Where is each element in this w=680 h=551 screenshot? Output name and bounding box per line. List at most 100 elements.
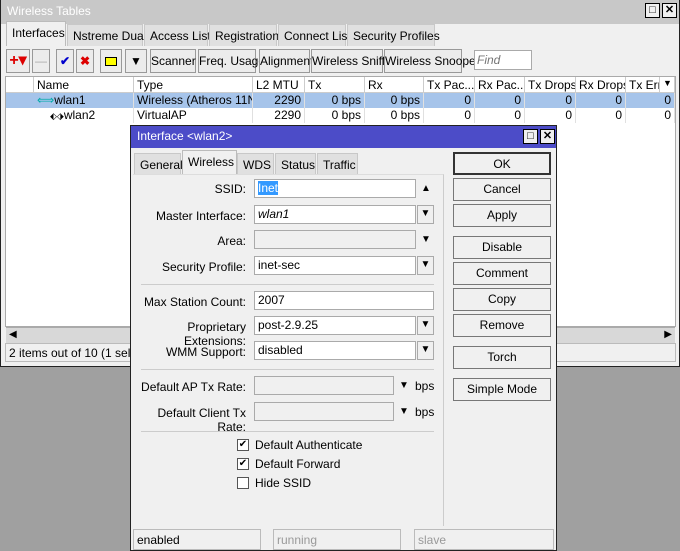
ssid-input[interactable]: Inet [254,179,416,198]
area-label: Area: [217,234,246,248]
alignment-button[interactable]: Alignment [259,49,313,73]
default-client-tx-rate-input[interactable] [254,402,394,421]
separator [141,369,434,370]
column-menu-icon[interactable]: ▼ [660,77,675,93]
ssid-label: SSID: [214,182,246,196]
simple-mode-button[interactable]: Simple Mode [453,378,551,401]
proprietary-extensions-label: Proprietary Extensions: [183,320,246,348]
apply-button[interactable]: Apply [453,204,551,227]
table-row[interactable]: ⬖⬗wlan2 VirtualAP 2290 0 bps 0 bps 0 0 0… [6,108,675,123]
tab-registration[interactable]: Registration [209,24,279,46]
row-tx: 0 bps [305,93,365,108]
tab-wireless[interactable]: Wireless [182,150,237,175]
col-name[interactable]: Name [34,77,134,93]
col-type[interactable]: Type [134,77,253,93]
ssid-value: Inet [258,181,279,195]
row-rxp: 0 [475,93,525,108]
security-profile-select[interactable]: inet-sec [254,256,416,275]
remove-icon[interactable]: — [32,49,50,73]
disable-x-icon[interactable]: ✖ [76,49,94,73]
default-ap-tx-rate-label: Default AP Tx Rate: [141,380,246,394]
row-rx: 0 bps [365,108,424,123]
tab-security-profiles[interactable]: Security Profiles [347,24,440,46]
master-interface-label: Master Interface: [155,209,246,223]
col-tx-drops[interactable]: Tx Drops [525,77,576,93]
enable-check-icon[interactable]: ✔ [56,49,74,73]
dropdown-icon[interactable]: ▼ [399,406,409,417]
interface-dialog: Interface <wlan2> □ ✕ General Wireless W… [130,125,557,551]
row-txe: 0 [626,93,675,108]
maximize-button[interactable]: □ [645,3,660,18]
dropdown-icon[interactable]: ▼ [399,380,409,391]
area-input[interactable] [254,230,416,249]
dialog-close-button[interactable]: ✕ [540,129,555,144]
scanner-button[interactable]: Scanner [150,49,196,73]
copy-button[interactable]: Copy [453,288,551,311]
max-station-count-input[interactable]: 2007 [254,291,434,310]
dropdown-icon[interactable]: ▼ [421,234,431,245]
col-l2mtu[interactable]: L2 MTU [253,77,305,93]
default-ap-tx-rate-input[interactable] [254,376,394,395]
tab-nstreme-dual[interactable]: Nstreme Dual [67,24,146,46]
row-mtu: 2290 [253,108,305,123]
default-authenticate-checkbox[interactable]: ✔ [237,439,249,451]
scroll-left-icon[interactable]: ◀ [9,329,17,340]
col-rx[interactable]: Rx [365,77,424,93]
row-rx: 0 bps [365,93,424,108]
row-txd: 0 [525,108,576,123]
col-rx-drops[interactable]: Rx Drops [576,77,626,93]
virtual-ap-icon: ⬖⬗ [50,111,64,121]
collapse-up-icon[interactable]: ▲ [421,183,431,194]
freq-usage-button[interactable]: Freq. Usage [198,49,265,73]
hide-ssid-label: Hide SSID [255,476,312,490]
tab-wds[interactable]: WDS [237,153,274,175]
filter-icon[interactable]: ▼ [125,49,147,73]
proprietary-extensions-select[interactable]: post-2.9.25 [254,316,416,335]
dropdown-icon[interactable]: ▼ [417,205,434,224]
tab-access-list[interactable]: Access List [144,24,211,46]
status-slave: slave [414,529,554,550]
cancel-button[interactable]: Cancel [453,178,551,201]
master-interface-select[interactable]: wlan1 [254,205,416,224]
ok-button[interactable]: OK [453,152,551,175]
status-enabled: enabled [133,529,261,550]
close-button[interactable]: ✕ [662,3,677,18]
dialog-maximize-button[interactable]: □ [523,129,538,144]
hide-ssid-checkbox[interactable] [237,477,249,489]
comment-note-icon[interactable] [100,49,122,73]
tab-connect-list[interactable]: Connect List [278,24,351,46]
bps-unit: bps [415,379,435,393]
remove-button[interactable]: Remove [453,314,551,337]
col-rx-packets[interactable]: Rx Pac... [475,77,525,93]
add-icon[interactable]: +▾ [6,49,30,73]
col-tx[interactable]: Tx [305,77,365,93]
dropdown-icon[interactable]: ▼ [417,341,434,360]
torch-button[interactable]: Torch [453,346,551,369]
wireless-sniffer-button[interactable]: Wireless Sniffer [311,49,396,73]
wmm-support-select[interactable]: disabled [254,341,416,360]
comment-button[interactable]: Comment [453,262,551,285]
col-flags [6,77,34,93]
scroll-right-icon[interactable]: ▶ [664,329,672,340]
find-input[interactable] [474,50,532,70]
tab-status[interactable]: Status [275,153,316,175]
col-tx-packets[interactable]: Tx Pac... [424,77,475,93]
default-forward-checkbox[interactable]: ✔ [237,458,249,470]
default-forward-label: Default Forward [255,457,341,471]
tab-interfaces[interactable]: Interfaces [6,21,66,46]
col-tx-errors[interactable]: Tx Erro [626,77,660,93]
status-running: running [273,529,401,550]
tab-traffic[interactable]: Traffic [317,153,358,175]
tab-general[interactable]: General [134,153,183,175]
row-rxd: 0 [576,108,626,123]
dropdown-icon[interactable]: ▼ [417,316,434,335]
separator [141,284,434,285]
dropdown-icon[interactable]: ▼ [417,256,434,275]
window-title: Wireless Tables [1,0,679,24]
row-rxp: 0 [475,108,525,123]
table-row[interactable]: ⟺wlan1 Wireless (Atheros 11N) 2290 0 bps… [6,93,675,108]
wireless-snooper-button[interactable]: Wireless Snooper [384,49,480,73]
row-type: VirtualAP [134,108,253,123]
disable-button[interactable]: Disable [453,236,551,259]
row-txp: 0 [424,108,475,123]
